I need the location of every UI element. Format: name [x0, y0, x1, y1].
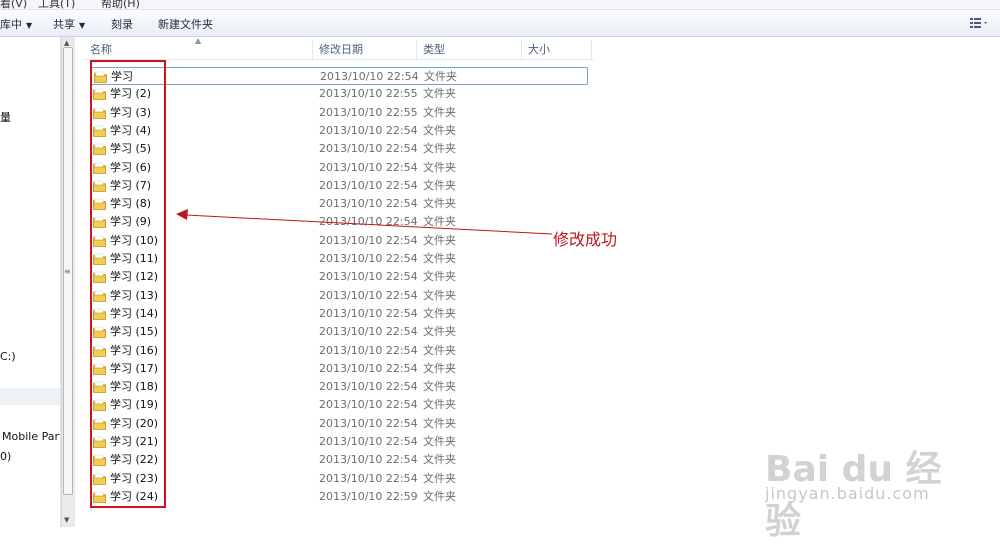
chevron-down-icon: ▼: [26, 21, 33, 30]
new-folder-button[interactable]: 新建文件夹: [158, 16, 213, 32]
file-date-modified: 2013/10/10 22:54: [319, 252, 418, 265]
file-date-modified: 2013/10/10 22:54: [319, 270, 418, 284]
file-type: 文件夹: [423, 306, 456, 320]
file-date-modified: 2013/10/10 22:54: [319, 197, 418, 211]
file-type: 文件夹: [423, 288, 456, 302]
file-type: 文件夹: [423, 233, 456, 247]
file-date-modified: 2013/10/10 22:59: [319, 489, 418, 503]
nav-divider: [0, 388, 60, 405]
file-date-modified: 2013/10/10 22:55: [319, 87, 418, 101]
file-date-modified: 2013/10/10 22:54: [319, 288, 418, 302]
file-type: 文件夹: [423, 252, 456, 265]
share-button[interactable]: 共享 ▼: [53, 16, 85, 32]
file-type: 文件夹: [423, 471, 456, 485]
file-date-modified: 2013/10/10 22:54: [319, 160, 418, 174]
column-size[interactable]: 大小: [522, 40, 592, 59]
nav-item-drive-c[interactable]: C:): [0, 350, 16, 363]
scroll-down-icon[interactable]: ▼: [64, 516, 69, 524]
file-date-modified: 2013/10/10 22:54: [319, 306, 418, 320]
file-date-modified: 2013/10/10 22:54: [319, 123, 418, 137]
menu-view[interactable]: 看(V): [0, 0, 27, 9]
watermark: Bai du 经验 jingyan.baidu.com: [765, 440, 965, 542]
file-date-modified: 2013/10/10 22:54: [320, 70, 419, 83]
nav-item-drive[interactable]: 0): [0, 450, 11, 463]
column-name[interactable]: 名称: [84, 40, 313, 59]
file-date-modified: 2013/10/10 22:55: [319, 105, 418, 119]
file-type: 文件夹: [423, 270, 456, 284]
grip-icon: ≡: [64, 267, 71, 276]
file-type: 文件夹: [423, 453, 456, 467]
file-type: 文件夹: [423, 160, 456, 174]
file-type: 文件夹: [423, 215, 456, 229]
include-in-library-button[interactable]: 库中 ▼: [0, 16, 32, 32]
file-type: 文件夹: [423, 416, 456, 430]
include-in-library-label: 库中: [0, 18, 22, 31]
nav-item-library[interactable]: 量: [0, 109, 11, 125]
scroll-up-icon[interactable]: ▲: [64, 39, 69, 47]
column-header: ▲ 名称 修改日期 类型 大小: [84, 36, 594, 60]
share-label: 共享: [53, 18, 75, 31]
menu-tools[interactable]: 工具(T): [38, 0, 75, 9]
file-date-modified: 2013/10/10 22:54: [319, 343, 418, 357]
menu-bar: 看(V) 工具(T) 帮助(H): [0, 0, 1000, 10]
file-date-modified: 2013/10/10 22:54: [319, 178, 418, 192]
file-date-modified: 2013/10/10 22:54: [319, 453, 418, 467]
navigation-pane: 量 C:) Mobile Part 0): [0, 37, 61, 527]
file-date-modified: 2013/10/10 22:54: [319, 361, 418, 375]
file-type: 文件夹: [423, 105, 456, 119]
nav-scrollbar[interactable]: ▲ ≡ ▼: [61, 37, 75, 527]
file-date-modified: 2013/10/10 22:54: [319, 325, 418, 339]
file-date-modified: 2013/10/10 22:54: [319, 416, 418, 430]
file-type: 文件夹: [423, 361, 456, 375]
menu-help[interactable]: 帮助(H): [101, 0, 140, 9]
file-type: 文件夹: [423, 178, 456, 192]
chevron-down-icon: ▼: [79, 21, 86, 30]
file-date-modified: 2013/10/10 22:54: [319, 380, 418, 394]
file-type: 文件夹: [423, 325, 456, 339]
file-date-modified: 2013/10/10 22:54: [319, 435, 418, 448]
annotation-text: 修改成功: [553, 230, 618, 249]
column-date-modified[interactable]: 修改日期: [313, 40, 417, 59]
file-date-modified: 2013/10/10 22:54: [319, 142, 418, 156]
file-type: 文件夹: [423, 489, 456, 503]
burn-button[interactable]: 刻录: [111, 16, 133, 32]
file-date-modified: 2013/10/10 22:54: [319, 215, 418, 229]
command-toolbar: 库中 ▼ 共享 ▼ 刻录 新建文件夹: [0, 10, 1000, 37]
file-type: 文件夹: [423, 398, 456, 412]
file-type: 文件夹: [423, 123, 456, 137]
file-type: 文件夹: [423, 380, 456, 394]
file-type: 文件夹: [423, 142, 456, 156]
file-type: 文件夹: [423, 435, 456, 448]
file-type: 文件夹: [424, 70, 457, 83]
file-type: 文件夹: [423, 197, 456, 211]
column-type[interactable]: 类型: [417, 40, 522, 59]
file-date-modified: 2013/10/10 22:54: [319, 398, 418, 412]
file-type: 文件夹: [423, 343, 456, 357]
nav-item-mobile-partition[interactable]: Mobile Part: [2, 430, 60, 443]
view-options-icon[interactable]: [968, 15, 990, 31]
file-date-modified: 2013/10/10 22:54: [319, 471, 418, 485]
highlight-box: [90, 60, 166, 508]
file-date-modified: 2013/10/10 22:54: [319, 233, 418, 247]
watermark-url: jingyan.baidu.com: [765, 484, 930, 503]
file-type: 文件夹: [423, 87, 456, 101]
